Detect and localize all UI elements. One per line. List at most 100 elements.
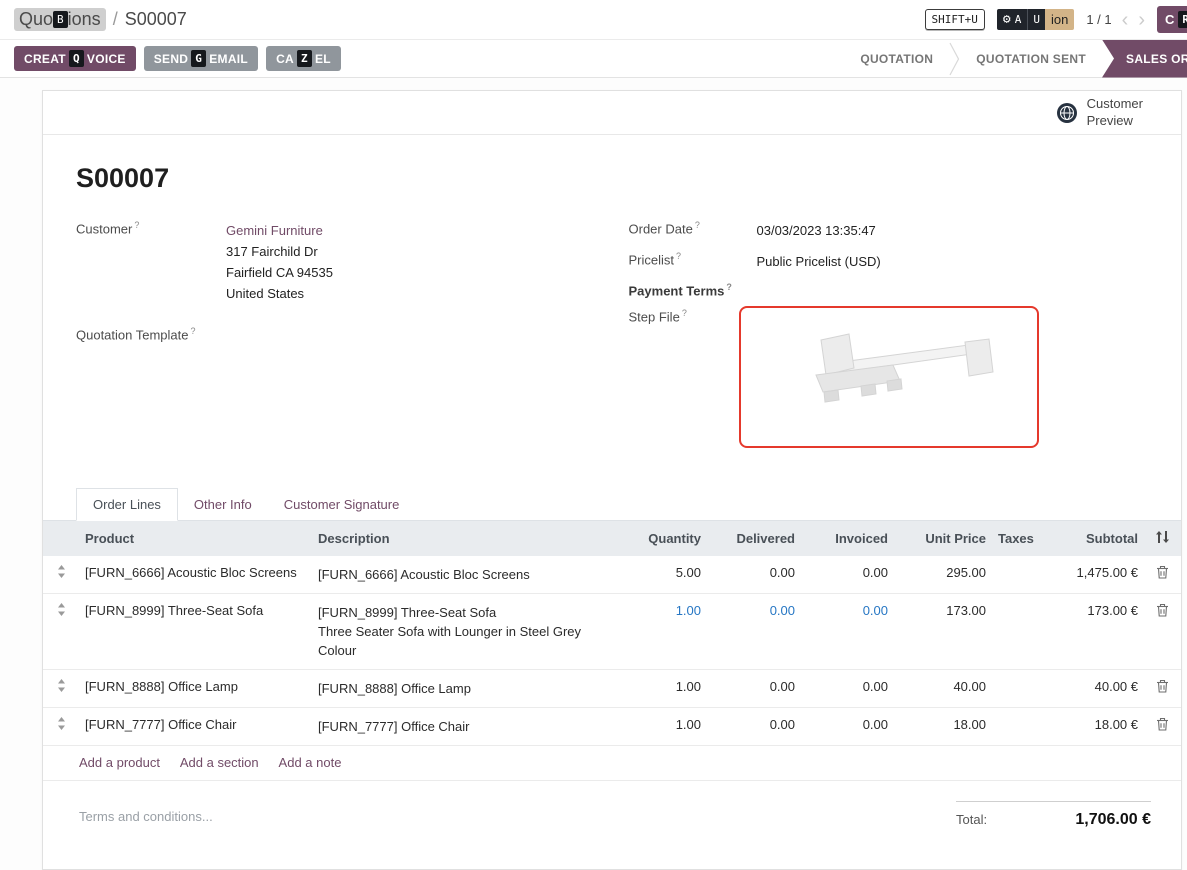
header-product[interactable]: Product [79, 521, 312, 556]
table-row[interactable]: [FURN_8999] Three-Seat Sofa [FURN_8999] … [43, 594, 1181, 670]
quotation-template-label: Quotation Template? [76, 326, 226, 342]
status-sales-order[interactable]: SALES ORDER [1102, 40, 1187, 78]
tab-customer-signature[interactable]: Customer Signature [268, 489, 416, 520]
header-invoiced[interactable]: Invoiced [801, 521, 894, 556]
table-row[interactable]: [FURN_6666] Acoustic Bloc Screens [FURN_… [43, 556, 1181, 594]
create-invoice-button[interactable]: CREATQVOICE [14, 46, 136, 71]
cell-product[interactable]: [FURN_7777] Office Chair [79, 708, 312, 746]
breadcrumb-text-pre: Quo [19, 9, 53, 29]
table-row[interactable]: [FURN_7777] Office Chair [FURN_7777] Off… [43, 708, 1181, 746]
cell-unit-price[interactable]: 295.00 [894, 556, 992, 594]
cell-delivered[interactable]: 0.00 [707, 670, 801, 708]
cell-delivered[interactable]: 0.00 [707, 708, 801, 746]
pricelist-value[interactable]: Public Pricelist (USD) [757, 251, 881, 272]
cell-subtotal: 18.00 € [1044, 708, 1144, 746]
cell-invoiced[interactable]: 0.00 [801, 670, 894, 708]
toggle-columns-icon[interactable] [1155, 532, 1170, 547]
help-marker: ? [134, 220, 139, 230]
pager-previous-icon[interactable]: ‹ [1122, 10, 1129, 30]
delete-row-icon[interactable] [1156, 717, 1169, 734]
cell-delivered[interactable]: 0.00 [707, 556, 801, 594]
tab-order-lines[interactable]: Order Lines [76, 488, 178, 521]
field-order-date: Order Date? 03/03/2023 13:35:47 [629, 220, 1142, 241]
kbd-badge: B [53, 11, 68, 28]
status-quotation-sent[interactable]: QUOTATION SENT [960, 52, 1102, 66]
pager-value: 1 / 1 [1086, 12, 1111, 27]
cell-delivered[interactable]: 0.00 [707, 594, 801, 670]
add-a-product-link[interactable]: Add a product [79, 755, 160, 770]
add-a-section-link[interactable]: Add a section [180, 755, 259, 770]
customer-address-line: Fairfield CA 94535 [226, 262, 333, 283]
corner-create-button[interactable]: CR [1157, 6, 1187, 33]
field-column-right: Order Date? 03/03/2023 13:35:47 Pricelis… [629, 220, 1142, 458]
pager-next-icon[interactable]: › [1138, 10, 1145, 30]
action-menu-button[interactable]: ⚙A U ion [997, 9, 1074, 30]
customer-value: Gemini Furniture 317 Fairchild Dr Fairfi… [226, 220, 333, 304]
field-pricelist: Pricelist? Public Pricelist (USD) [629, 251, 1142, 272]
button-label-post: VOICE [87, 52, 126, 66]
delete-row-icon[interactable] [1156, 679, 1169, 696]
cell-quantity[interactable]: 1.00 [617, 708, 707, 746]
cell-product[interactable]: [FURN_6666] Acoustic Bloc Screens [79, 556, 312, 594]
cell-taxes[interactable] [992, 556, 1044, 594]
drag-handle-icon[interactable] [57, 565, 66, 581]
step-file-image[interactable] [739, 306, 1039, 448]
breadcrumb-separator: / [113, 9, 118, 30]
header-description[interactable]: Description [312, 521, 617, 556]
cell-unit-price[interactable]: 18.00 [894, 708, 992, 746]
cell-taxes[interactable] [992, 708, 1044, 746]
table-row[interactable]: [FURN_8888] Office Lamp [FURN_8888] Offi… [43, 670, 1181, 708]
customer-link[interactable]: Gemini Furniture [226, 220, 333, 241]
help-marker: ? [191, 326, 196, 336]
table-header-row: Product Description Quantity Delivered I… [43, 521, 1181, 556]
field-grid: Customer? Gemini Furniture 317 Fairchild… [76, 220, 1141, 458]
cell-quantity[interactable]: 1.00 [617, 670, 707, 708]
page-title: S00007 [76, 163, 1141, 194]
corner-create-label: C [1165, 12, 1174, 27]
cell-quantity[interactable]: 1.00 [617, 594, 707, 670]
status-quotation[interactable]: QUOTATION [844, 52, 949, 66]
drag-handle-icon[interactable] [57, 603, 66, 619]
cell-subtotal: 40.00 € [1044, 670, 1144, 708]
field-customer: Customer? Gemini Furniture 317 Fairchild… [76, 220, 589, 304]
terms-placeholder[interactable]: Terms and conditions... [79, 801, 213, 824]
help-marker: ? [676, 251, 681, 261]
header-taxes[interactable]: Taxes [992, 521, 1044, 556]
header-actions [1144, 521, 1181, 556]
pricelist-label: Pricelist? [629, 251, 757, 272]
cell-taxes[interactable] [992, 594, 1044, 670]
cancel-button[interactable]: CAZEL [266, 46, 341, 71]
sheet-button-box: Customer Preview [43, 91, 1181, 135]
breadcrumb-text-post: ions [68, 9, 101, 29]
cell-description[interactable]: [FURN_8888] Office Lamp [312, 670, 617, 708]
field-payment-terms: Payment Terms? [629, 282, 1142, 298]
cell-invoiced[interactable]: 0.00 [801, 594, 894, 670]
header-subtotal[interactable]: Subtotal [1044, 521, 1144, 556]
cell-description[interactable]: [FURN_6666] Acoustic Bloc Screens [312, 556, 617, 594]
cell-description[interactable]: [FURN_8999] Three-Seat Sofa Three Seater… [312, 594, 617, 670]
cell-product[interactable]: [FURN_8999] Three-Seat Sofa [79, 594, 312, 670]
button-label-pre: CA [276, 52, 294, 66]
add-a-note-link[interactable]: Add a note [279, 755, 342, 770]
drag-handle-icon[interactable] [57, 679, 66, 695]
cell-unit-price[interactable]: 173.00 [894, 594, 992, 670]
order-date-value[interactable]: 03/03/2023 13:35:47 [757, 220, 876, 241]
tab-other-info[interactable]: Other Info [178, 489, 268, 520]
customer-preview-button[interactable]: Customer Preview [1056, 96, 1143, 129]
cell-quantity[interactable]: 5.00 [617, 556, 707, 594]
cell-unit-price[interactable]: 40.00 [894, 670, 992, 708]
cell-product[interactable]: [FURN_8888] Office Lamp [79, 670, 312, 708]
cell-taxes[interactable] [992, 670, 1044, 708]
header-quantity[interactable]: Quantity [617, 521, 707, 556]
delete-row-icon[interactable] [1156, 603, 1169, 620]
cell-description[interactable]: [FURN_7777] Office Chair [312, 708, 617, 746]
delete-row-icon[interactable] [1156, 565, 1169, 582]
drag-handle-icon[interactable] [57, 717, 66, 733]
breadcrumb-quotations-link[interactable]: QuoBions [14, 8, 106, 31]
kbd-badge: Z [297, 50, 312, 67]
header-delivered[interactable]: Delivered [707, 521, 801, 556]
cell-invoiced[interactable]: 0.00 [801, 556, 894, 594]
header-unit-price[interactable]: Unit Price [894, 521, 992, 556]
send-email-button[interactable]: SENDGEMAIL [144, 46, 258, 71]
cell-invoiced[interactable]: 0.00 [801, 708, 894, 746]
